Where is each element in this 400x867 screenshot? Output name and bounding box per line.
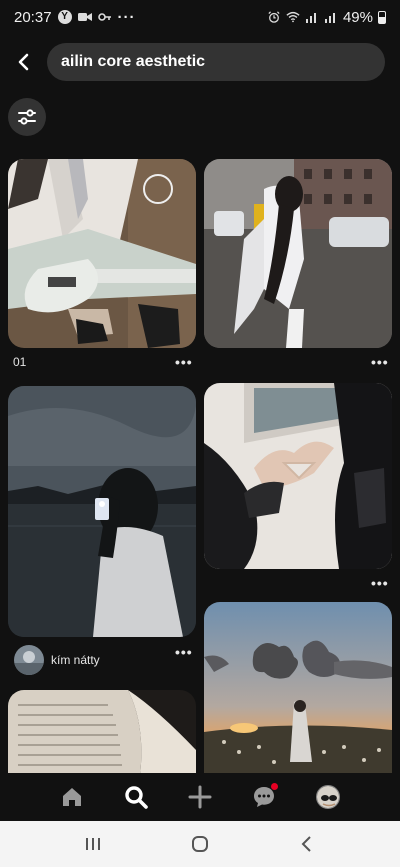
more-notifications-icon: ··· bbox=[117, 8, 136, 26]
alarm-icon bbox=[268, 11, 280, 23]
back-chevron-icon bbox=[301, 836, 311, 852]
pin-image-sunset-field[interactable] bbox=[204, 602, 392, 792]
back-arrow-icon bbox=[18, 53, 29, 71]
pin-image-rain-street[interactable] bbox=[204, 159, 392, 348]
plus-icon bbox=[188, 785, 212, 809]
search-query: ailin core aesthetic bbox=[61, 53, 206, 70]
status-time: 20:37 bbox=[14, 8, 52, 26]
key-icon bbox=[97, 13, 111, 21]
pin-image-guitar[interactable] bbox=[8, 159, 196, 348]
more-options-icon[interactable]: ••• bbox=[371, 354, 389, 370]
nav-search[interactable] bbox=[120, 781, 152, 813]
system-home-button[interactable] bbox=[184, 828, 216, 860]
pin-caption: 01 bbox=[13, 355, 27, 369]
more-options-icon[interactable]: ••• bbox=[175, 644, 193, 660]
creator-avatar bbox=[14, 645, 44, 675]
bottom-nav bbox=[0, 773, 400, 821]
more-options-icon[interactable]: ••• bbox=[175, 354, 193, 370]
system-recents-button[interactable] bbox=[77, 828, 109, 860]
system-back-button[interactable] bbox=[291, 828, 323, 860]
signal-icon-2 bbox=[324, 13, 335, 23]
status-bar: 20:37 Y ··· 49% bbox=[0, 0, 400, 34]
filter-button[interactable] bbox=[8, 98, 46, 136]
nav-home[interactable] bbox=[56, 781, 88, 813]
notification-badge bbox=[271, 783, 278, 790]
search-icon bbox=[125, 786, 148, 809]
video-camera-icon bbox=[77, 13, 92, 21]
creator-name: kím nátty bbox=[51, 653, 100, 667]
signal-icon-1 bbox=[305, 13, 316, 23]
pin-image-lake-dusk[interactable] bbox=[8, 386, 196, 637]
sliders-icon bbox=[18, 109, 36, 125]
battery-percent: 49% bbox=[342, 8, 373, 26]
system-nav-bar bbox=[0, 821, 400, 867]
notification-y-icon: Y bbox=[57, 10, 72, 24]
nav-profile[interactable] bbox=[312, 781, 344, 813]
pin-creator[interactable]: kím nátty bbox=[14, 645, 100, 675]
search-input[interactable]: ailin core aesthetic bbox=[47, 43, 385, 81]
home-icon bbox=[63, 788, 81, 806]
nav-messages[interactable] bbox=[248, 781, 280, 813]
profile-avatar bbox=[316, 785, 340, 809]
home-circle-icon bbox=[191, 836, 208, 852]
more-options-icon[interactable]: ••• bbox=[371, 575, 389, 591]
battery-icon bbox=[378, 10, 386, 24]
nav-create[interactable] bbox=[184, 781, 216, 813]
back-button[interactable] bbox=[10, 48, 38, 76]
wifi-icon bbox=[286, 11, 300, 23]
recents-icon bbox=[86, 838, 101, 850]
pin-image-heart-hands[interactable] bbox=[204, 383, 392, 569]
